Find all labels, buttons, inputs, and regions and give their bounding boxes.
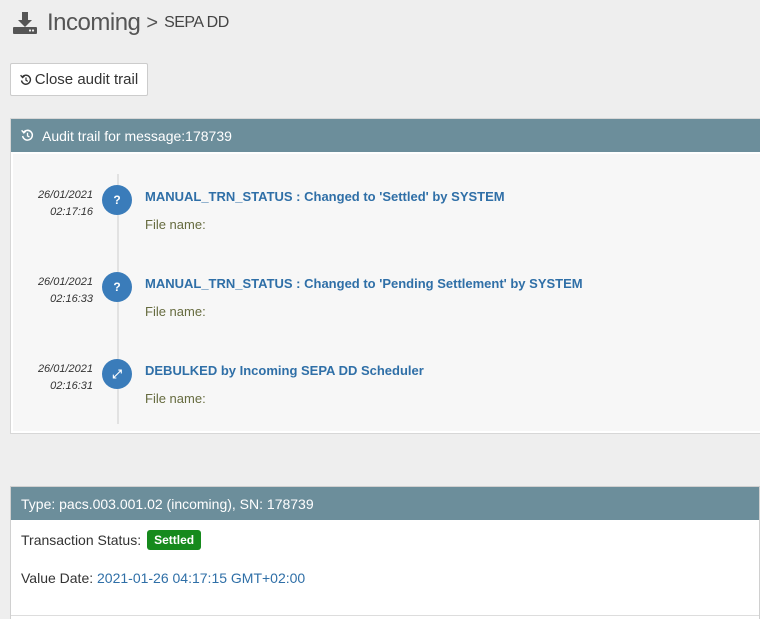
entry-time: 02:16:33: [50, 293, 93, 305]
page-subtitle: SEPA DD: [164, 14, 229, 31]
entry-date: 26/01/2021: [37, 276, 93, 288]
entry-file-label: File name:: [145, 217, 206, 232]
audit-trail-title: Audit trail for message:178739: [42, 127, 232, 144]
transaction-status-label: Transaction Status:: [21, 532, 142, 548]
entry-message-link[interactable]: DEBULKED by Incoming SEPA DD Scheduler: [145, 363, 424, 378]
question-icon: ?: [102, 272, 132, 302]
transaction-type-title: Type: pacs.003.001.02 (incoming), SN: 17…: [21, 495, 314, 512]
timeline-entry: 26/01/2021 02:16:33 ? MANUAL_TRN_STATUS …: [11, 266, 751, 346]
page-header: Incoming > SEPA DD: [13, 7, 229, 39]
audit-timeline: 26/01/2021 02:17:16 ? MANUAL_TRN_STATUS …: [11, 152, 760, 433]
entry-timestamp: 26/01/2021 02:16:31: [11, 361, 93, 395]
close-audit-trail-button[interactable]: Close audit trail: [10, 63, 148, 96]
entry-message-link[interactable]: MANUAL_TRN_STATUS : Changed to 'Settled'…: [145, 189, 505, 204]
entry-timestamp: 26/01/2021 02:17:16: [11, 187, 93, 221]
audit-trail-panel: Audit trail for message:178739 26/01/202…: [10, 118, 760, 434]
timeline-entry: 26/01/2021 02:16:31 ⤢ DEBULKED by Incomi…: [11, 353, 751, 433]
entry-time: 02:16:31: [50, 380, 93, 392]
entry-time: 02:17:16: [50, 206, 93, 218]
download-icon: [13, 12, 37, 34]
entry-file-label: File name:: [145, 304, 206, 319]
expand-icon: ⤢: [102, 359, 132, 389]
value-date-row: Value Date: 2021-01-26 04:17:15 GMT+02:0…: [21, 570, 749, 586]
entry-date: 26/01/2021: [37, 189, 93, 201]
entry-file-label: File name:: [145, 391, 206, 406]
value-date-label: Value Date:: [21, 570, 94, 586]
transaction-details-panel: Type: pacs.003.001.02 (incoming), SN: 17…: [10, 486, 760, 619]
entry-date: 26/01/2021: [37, 363, 93, 375]
status-badge: Settled: [147, 530, 202, 550]
section-divider: [11, 615, 759, 616]
page-title: Incoming: [47, 9, 141, 36]
timeline-entry: 26/01/2021 02:17:16 ? MANUAL_TRN_STATUS …: [11, 179, 751, 259]
transaction-status-row: Transaction Status: Settled: [21, 530, 749, 550]
history-icon: [19, 74, 31, 85]
question-icon: ?: [102, 185, 132, 215]
transaction-details-header: Type: pacs.003.001.02 (incoming), SN: 17…: [11, 487, 759, 520]
value-date-value: 2021-01-26 04:17:15 GMT+02:00: [97, 570, 306, 586]
breadcrumb-separator: >: [146, 11, 159, 34]
audit-trail-header: Audit trail for message:178739: [11, 119, 760, 152]
close-audit-trail-label: Close audit trail: [34, 71, 139, 88]
entry-message-link[interactable]: MANUAL_TRN_STATUS : Changed to 'Pending …: [145, 276, 583, 291]
history-icon: [21, 129, 34, 141]
entry-timestamp: 26/01/2021 02:16:33: [11, 274, 93, 308]
